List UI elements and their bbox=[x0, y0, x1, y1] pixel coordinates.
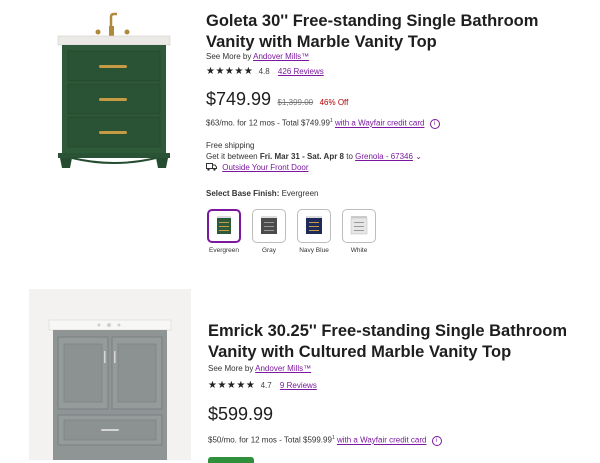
rating-row: ★★★★★ 4.7 9 Reviews bbox=[208, 380, 317, 391]
reviews-link[interactable]: 9 Reviews bbox=[280, 381, 317, 390]
see-more-row: See More by Andover Mills™ bbox=[208, 364, 311, 373]
product-image-emrick[interactable] bbox=[29, 289, 191, 460]
financing-row: $50/mo. for 12 mos - Total $599.991 with… bbox=[208, 435, 442, 446]
swatch-gray[interactable] bbox=[252, 209, 286, 243]
product-title-line1[interactable]: Emrick 30.25'' Free-standing Single Bath… bbox=[208, 322, 567, 340]
brand-link[interactable]: Andover Mills™ bbox=[255, 364, 311, 373]
sale-price: $749.99 bbox=[206, 89, 272, 109]
was-price: $1,399.00 bbox=[277, 98, 314, 107]
product-title: Emrick 30.25'' Free-standing Single Bath… bbox=[208, 321, 598, 363]
brand-link[interactable]: Andover Mills™ bbox=[253, 52, 309, 61]
delivery-dates: Fri. Mar 31 - Sat. Apr 8 bbox=[259, 152, 344, 161]
swatch-evergreen[interactable] bbox=[207, 209, 241, 243]
product-title-line1[interactable]: Goleta 30'' Free-standing Single Bathroo… bbox=[206, 12, 538, 30]
shipping-text: Free shipping bbox=[206, 141, 255, 150]
discount-badge: 46% Off bbox=[319, 98, 349, 107]
delivery-prefix: Get it between bbox=[206, 152, 258, 161]
swatch-label: White bbox=[350, 247, 368, 254]
financing-row: $63/mo. for 12 mos - Total $749.991 with… bbox=[206, 118, 440, 129]
finish-label: Select Base Finish: bbox=[206, 189, 280, 198]
rating-row: ★★★★★ 4.8 426 Reviews bbox=[206, 66, 324, 77]
add-to-cart-button[interactable] bbox=[208, 457, 254, 463]
see-more-prefix: See More by bbox=[208, 364, 254, 373]
swatch-navy-blue[interactable] bbox=[297, 209, 331, 243]
rating-value: 4.7 bbox=[260, 381, 272, 390]
financing-footnote: 1 bbox=[331, 435, 335, 441]
outside-door-link[interactable]: Outside Your Front Door bbox=[222, 163, 308, 172]
swatch-label: Evergreen bbox=[209, 247, 239, 254]
swatch-label: Navy Blue bbox=[299, 247, 329, 254]
star-rating-icon: ★★★★★ bbox=[206, 66, 254, 77]
product-image-goleta[interactable] bbox=[52, 12, 176, 172]
delivery-to: to bbox=[346, 152, 353, 161]
sale-price: $599.99 bbox=[208, 404, 274, 424]
price-row: $599.99 bbox=[208, 404, 273, 425]
vanity-thumbnail-icon bbox=[350, 216, 368, 235]
star-rating-icon: ★★★★★ bbox=[208, 380, 256, 391]
financing-text: $50/mo. for 12 mos - Total $599.99 bbox=[208, 435, 332, 445]
finish-row: Select Base Finish: Evergreen bbox=[206, 189, 319, 198]
swatch-label: Gray bbox=[261, 247, 277, 254]
zip-link[interactable]: Grenola - 67346 bbox=[355, 152, 413, 161]
finish-value: Evergreen bbox=[281, 189, 319, 198]
vanity-thumbnail-icon bbox=[217, 216, 231, 234]
credit-card-link[interactable]: with a Wayfair credit card bbox=[337, 436, 427, 445]
see-more-row: See More by Andover Mills™ bbox=[206, 52, 309, 61]
chevron-down-icon[interactable]: ⌄ bbox=[415, 152, 422, 161]
product-title-line2[interactable]: Vanity with Cultured Marble Vanity Top bbox=[208, 343, 511, 361]
rating-value: 4.8 bbox=[258, 67, 270, 76]
delivery-row: Get it between Fri. Mar 31 - Sat. Apr 8 … bbox=[206, 152, 422, 161]
vanity-thumbnail-icon bbox=[306, 216, 322, 234]
credit-card-link[interactable]: with a Wayfair credit card bbox=[335, 119, 425, 128]
financing-text: $63/mo. for 12 mos - Total $749.99 bbox=[206, 118, 330, 128]
vanity-thumbnail-icon bbox=[261, 216, 277, 234]
price-row: $749.99 $1,399.00 46% Off bbox=[206, 89, 348, 110]
financing-footnote: 1 bbox=[329, 118, 333, 124]
swatch-white[interactable] bbox=[342, 209, 376, 243]
info-icon[interactable]: i bbox=[429, 118, 440, 129]
truck-icon bbox=[206, 163, 217, 173]
info-icon[interactable]: i bbox=[431, 435, 442, 446]
delivery-method-row: Outside Your Front Door bbox=[206, 163, 309, 173]
see-more-prefix: See More by bbox=[206, 52, 252, 61]
product-title-line2[interactable]: Vanity with Marble Vanity Top bbox=[206, 33, 437, 51]
product-title: Goleta 30'' Free-standing Single Bathroo… bbox=[206, 11, 596, 53]
reviews-link[interactable]: 426 Reviews bbox=[278, 67, 324, 76]
